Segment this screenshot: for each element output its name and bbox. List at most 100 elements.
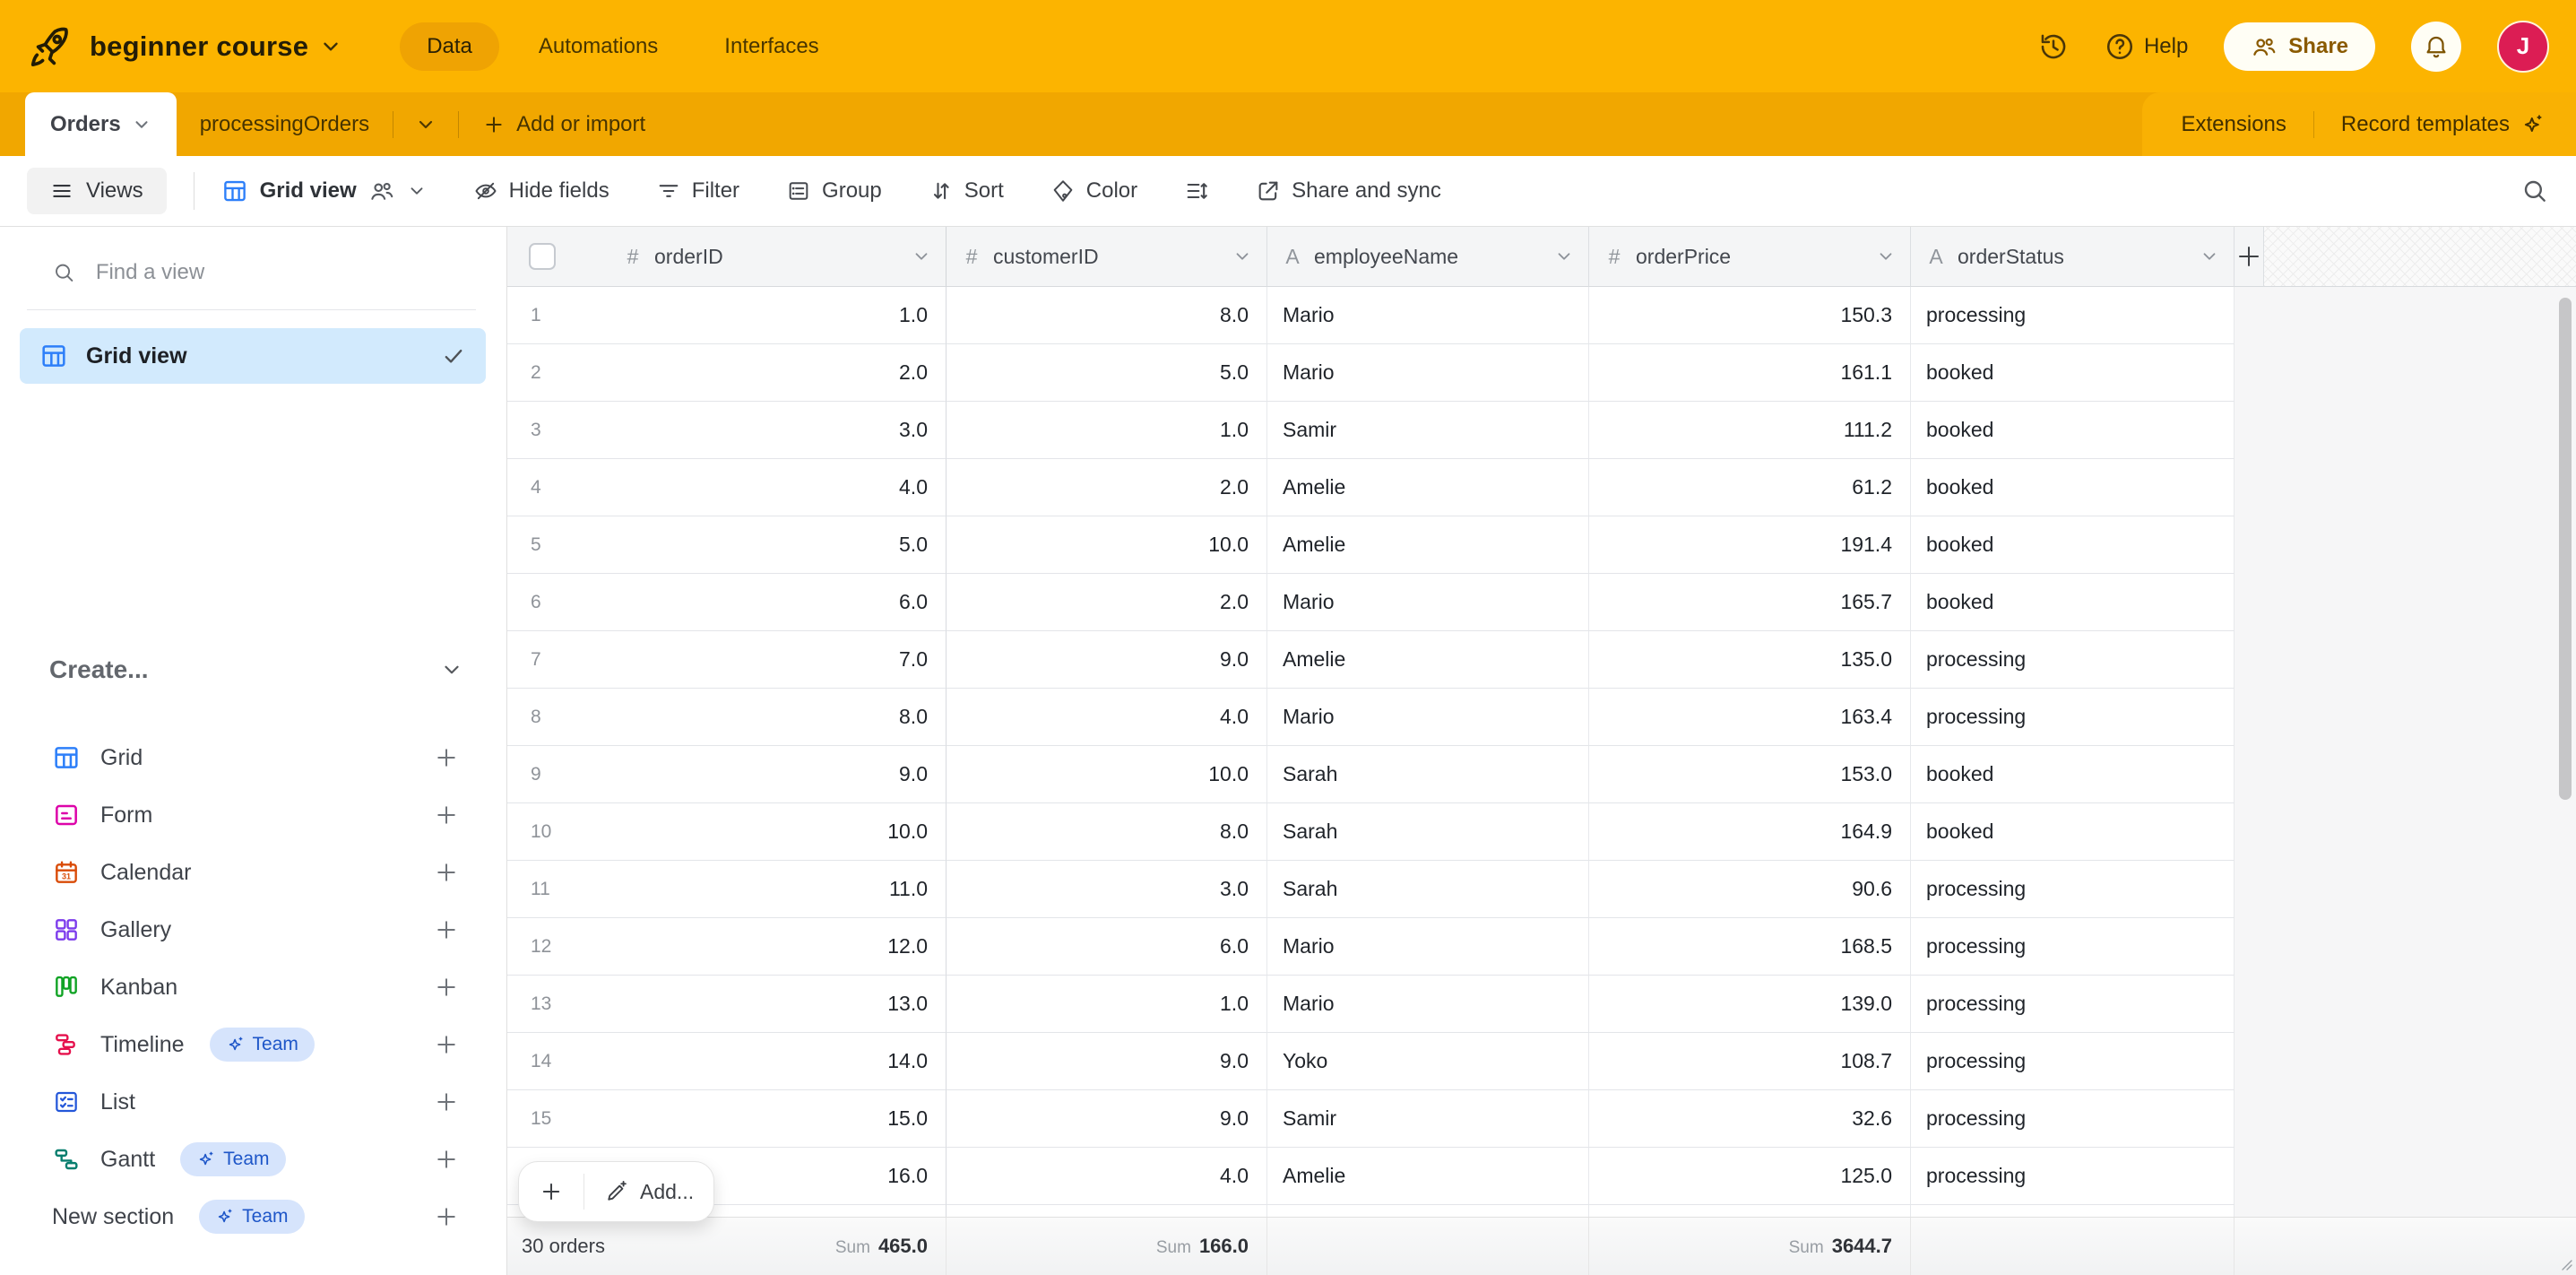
cell-customerID[interactable]: 4.0 [947, 689, 1267, 746]
cell-orderID[interactable]: 55.0 [507, 516, 947, 574]
rocket-logo-icon[interactable] [27, 23, 73, 70]
cell-orderID[interactable]: 1414.0 [507, 1033, 947, 1090]
select-all-checkbox[interactable] [529, 243, 556, 270]
sum-customerID[interactable]: Sum166.0 [1156, 1235, 1266, 1258]
cell-orderPrice[interactable]: 165.7 [1589, 574, 1911, 631]
cell-customerID[interactable]: 9.0 [947, 1090, 1267, 1148]
table-row[interactable]: 11.08.0Mario150.3processing [507, 287, 2576, 344]
cell-customerID[interactable]: 8.0 [947, 287, 1267, 344]
cell-orderID[interactable]: 1111.0 [507, 861, 947, 918]
cell-orderID[interactable]: 1313.0 [507, 976, 947, 1033]
group-button[interactable]: Group [786, 178, 882, 204]
nav-automations[interactable]: Automations [512, 22, 685, 71]
plus-icon[interactable] [433, 802, 460, 828]
table-row[interactable]: 33.01.0Samir111.2booked [507, 402, 2576, 459]
sidebar-item-gallery[interactable]: Gallery [0, 901, 506, 958]
share-button[interactable]: Share [2224, 22, 2375, 71]
cell-employeeName[interactable]: Mario [1267, 287, 1589, 344]
cell-customerID[interactable]: 5.0 [947, 344, 1267, 402]
add-field-button[interactable] [2235, 227, 2264, 287]
cell-orderPrice[interactable]: 135.0 [1589, 631, 1911, 689]
cell-customerID[interactable]: 9.0 [947, 631, 1267, 689]
column-header-orderPrice[interactable]: #orderPrice [1589, 227, 1911, 287]
cell-orderPrice[interactable]: 61.2 [1589, 459, 1911, 516]
cell-employeeName[interactable]: Samir [1267, 1090, 1589, 1148]
table-row[interactable]: 1313.01.0Mario139.0processing [507, 976, 2576, 1033]
cell-employeeName[interactable]: Mario [1267, 976, 1589, 1033]
sidebar-item-calendar[interactable]: 31 Calendar [0, 844, 506, 901]
cell-orderStatus[interactable]: booked [1911, 402, 2235, 459]
cell-orderStatus[interactable]: processing [1911, 976, 2235, 1033]
add-record-button[interactable] [519, 1162, 583, 1221]
plus-icon[interactable] [433, 916, 460, 943]
table-row[interactable]: 44.02.0Amelie61.2booked [507, 459, 2576, 516]
summary-employeeName[interactable] [1267, 1218, 1589, 1275]
cell-orderID[interactable]: 33.0 [507, 402, 947, 459]
cell-orderID[interactable]: 44.0 [507, 459, 947, 516]
cell-orderID[interactable]: 1010.0 [507, 803, 947, 861]
cell-customerID[interactable]: 2.0 [947, 459, 1267, 516]
color-button[interactable]: Color [1050, 178, 1137, 204]
cell-employeeName[interactable]: Mario [1267, 344, 1589, 402]
sidebar-item-form[interactable]: Form [0, 786, 506, 844]
filter-button[interactable]: Filter [656, 178, 739, 204]
chevron-down-icon[interactable] [132, 115, 151, 134]
cell-customerID[interactable]: 10.0 [947, 516, 1267, 574]
hide-fields-button[interactable]: Hide fields [473, 178, 609, 204]
cell-orderStatus[interactable]: processing [1911, 287, 2235, 344]
chevron-down-icon[interactable] [1876, 247, 1896, 266]
nav-interfaces[interactable]: Interfaces [697, 22, 845, 71]
cell-employeeName[interactable]: Samir [1267, 402, 1589, 459]
cell-employeeName[interactable]: Mario [1267, 918, 1589, 976]
cell-orderPrice[interactable]: 161.1 [1589, 344, 1911, 402]
column-header-orderStatus[interactable]: AorderStatus [1911, 227, 2235, 287]
avatar[interactable]: J [2497, 21, 2549, 73]
cell-orderID[interactable]: 11.0 [507, 287, 947, 344]
sum-orderPrice[interactable]: Sum3644.7 [1789, 1235, 1910, 1258]
cell-orderStatus[interactable]: processing [1911, 689, 2235, 746]
cell-customerID[interactable]: 4.0 [947, 1148, 1267, 1205]
current-view-button[interactable]: Grid view [221, 178, 427, 204]
sidebar-item-timeline[interactable]: Timeline Team [0, 1016, 506, 1073]
add-or-import-button[interactable]: Add or import [459, 92, 669, 156]
cell-employeeName[interactable]: Amelie [1267, 459, 1589, 516]
chevron-down-icon[interactable] [2200, 247, 2219, 266]
cell-orderStatus[interactable]: processing [1911, 631, 2235, 689]
cell-orderPrice[interactable]: 168.5 [1589, 918, 1911, 976]
cell-employeeName[interactable]: Mario [1267, 574, 1589, 631]
sort-button[interactable]: Sort [929, 178, 1004, 204]
cell-employeeName[interactable]: Amelie [1267, 516, 1589, 574]
cell-orderPrice[interactable]: 139.0 [1589, 976, 1911, 1033]
cell-employeeName[interactable]: Sarah [1267, 803, 1589, 861]
create-section-header[interactable]: Create... [49, 655, 463, 684]
plus-icon[interactable] [433, 1146, 460, 1173]
cell-employeeName[interactable]: Sarah [1267, 746, 1589, 803]
sidebar-item-list[interactable]: List [0, 1073, 506, 1131]
cell-orderPrice[interactable]: 90.6 [1589, 861, 1911, 918]
history-icon[interactable] [2038, 31, 2069, 62]
cell-customerID[interactable]: 9.0 [947, 1033, 1267, 1090]
help-button[interactable]: Help [2105, 31, 2188, 62]
table-row[interactable]: 1515.09.0Samir32.6processing [507, 1090, 2576, 1148]
plus-icon[interactable] [433, 1089, 460, 1115]
table-row[interactable]: 1010.08.0Sarah164.9booked [507, 803, 2576, 861]
cell-orderPrice[interactable]: 163.4 [1589, 689, 1911, 746]
tab-processing-orders[interactable]: processingOrders [177, 92, 393, 156]
views-button[interactable]: Views [27, 168, 167, 214]
cell-orderPrice[interactable]: 108.7 [1589, 1033, 1911, 1090]
cell-orderID[interactable]: 99.0 [507, 746, 947, 803]
cell-orderPrice[interactable]: 32.6 [1589, 1090, 1911, 1148]
cell-employeeName[interactable]: Sarah [1267, 861, 1589, 918]
sidebar-item-grid[interactable]: Grid [0, 729, 506, 786]
sidebar-item-new-section[interactable]: New section Team [0, 1188, 506, 1245]
cell-orderStatus[interactable]: processing [1911, 1033, 2235, 1090]
plus-icon[interactable] [433, 1203, 460, 1230]
cell-orderPrice[interactable]: 164.9 [1589, 803, 1911, 861]
nav-data[interactable]: Data [400, 22, 499, 71]
cell-orderID[interactable]: 1212.0 [507, 918, 947, 976]
column-header-customerID[interactable]: #customerID [947, 227, 1267, 287]
cell-customerID[interactable]: 10.0 [947, 746, 1267, 803]
cell-orderStatus[interactable]: booked [1911, 746, 2235, 803]
sidebar-item-grid-view[interactable]: Grid view [20, 328, 486, 384]
tab-orders[interactable]: Orders [25, 92, 177, 156]
